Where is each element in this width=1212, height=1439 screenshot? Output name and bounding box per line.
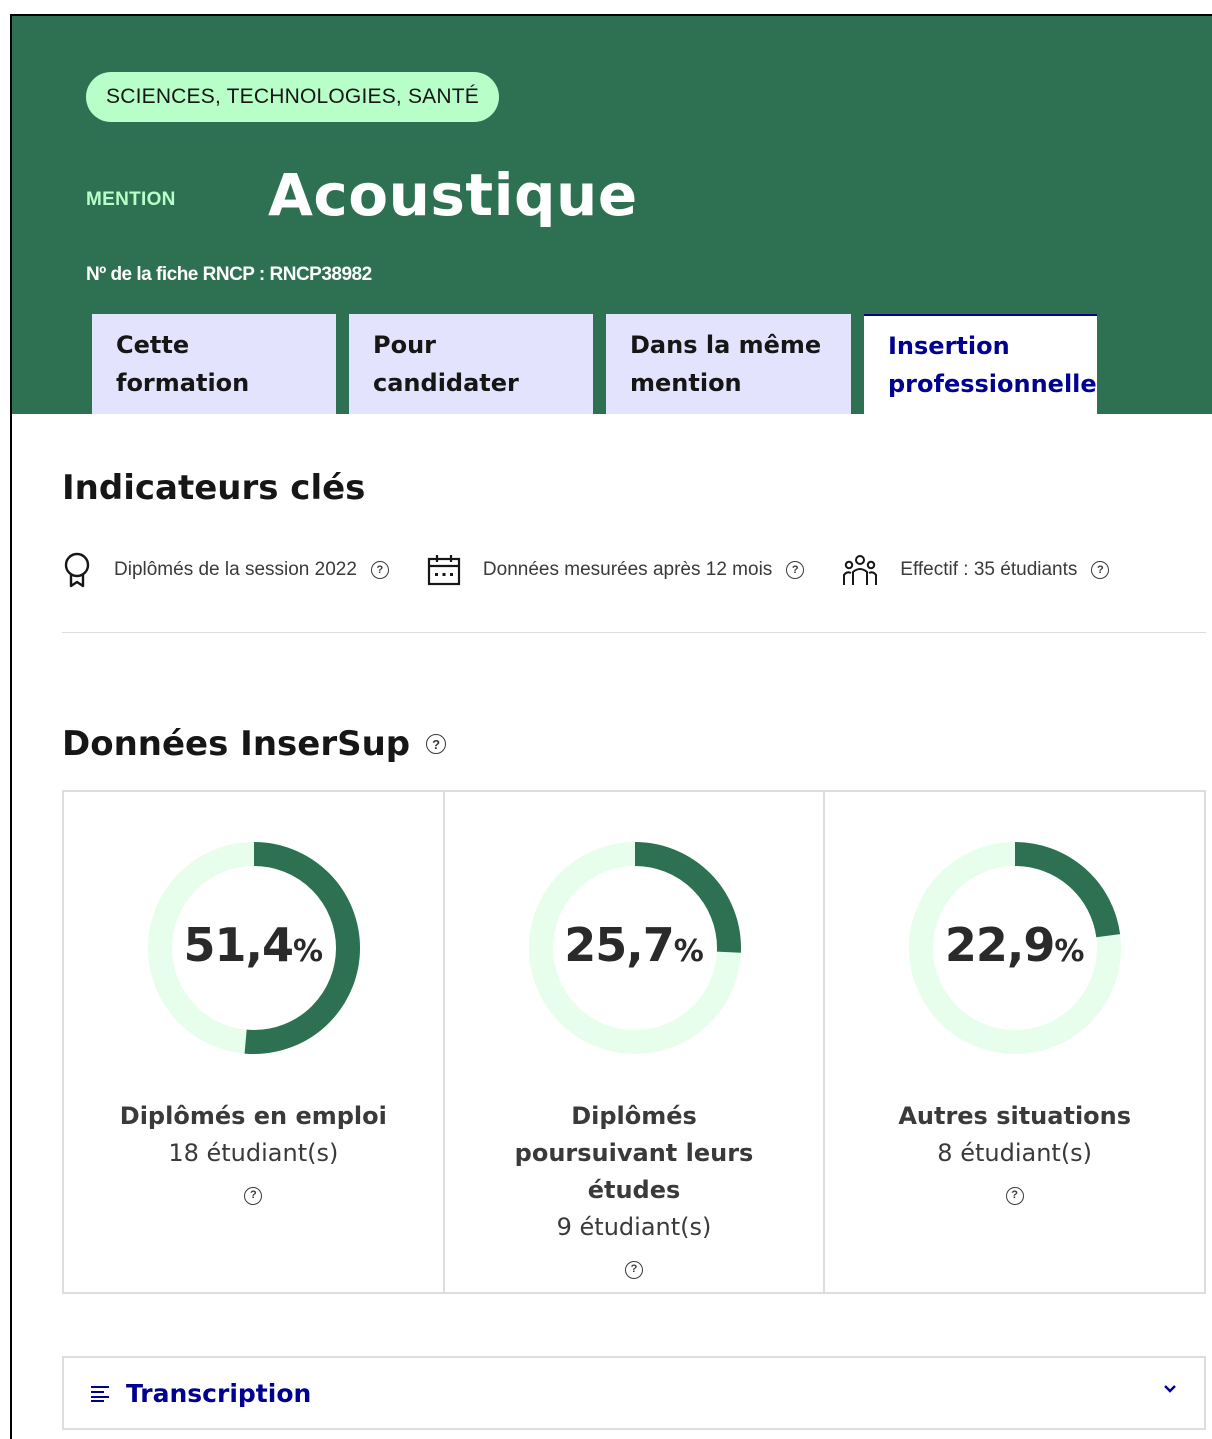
indicator-delay: Données mesurées après 12 mois ? (427, 554, 805, 586)
indicator-delay-text: Données mesurées après 12 mois (482, 559, 773, 580)
domain-tag: SCIENCES, TECHNOLOGIES, SANTÉ (86, 72, 499, 122)
stat-count: 9 étudiant(s) (556, 1213, 712, 1241)
stat-percent: 22,9% (944, 918, 1085, 972)
indicator-headcount: Effectif : 35 étudiants ? (842, 553, 1110, 587)
page-title: Acoustique (268, 161, 638, 229)
stat-label: Diplômés en emploi (119, 1102, 387, 1130)
page-frame: SCIENCES, TECHNOLOGIES, SANTÉ MENTION Ac… (10, 14, 1212, 1439)
insersup-title: Données InserSup (62, 724, 411, 764)
stat-card-studies: 25,7% Diplômés poursuivant leurs études … (445, 792, 826, 1292)
help-icon[interactable]: ? (244, 1186, 263, 1205)
group-icon (843, 555, 878, 585)
transcription-label: Transcription (126, 1378, 312, 1408)
stat-card-employed: 51,4% Diplômés en emploi 18 étudiant(s) … (64, 792, 445, 1292)
formation-header: SCIENCES, TECHNOLOGIES, SANTÉ MENTION Ac… (12, 16, 1212, 414)
tab-pour-candidater[interactable]: Pour candidater (349, 314, 593, 414)
indicator-session: Diplômés de la session 2022 ? (62, 552, 389, 588)
mention-label: MENTION (86, 189, 176, 210)
stat-label: Diplômés poursuivant leurs études (514, 1102, 754, 1204)
tab-insertion-professionnelle[interactable]: Insertion professionnelle (864, 314, 1097, 414)
help-icon[interactable]: ? (1005, 1186, 1024, 1205)
indicator-session-text: Diplômés de la session 2022 (114, 559, 357, 580)
tab-meme-mention[interactable]: Dans la même mention (606, 314, 851, 414)
indicators-heading: Indicateurs clés (62, 468, 366, 508)
help-icon[interactable]: ? (625, 1260, 643, 1279)
tab-bar: Cette formation Pour candidater Dans la … (92, 314, 1110, 414)
stat-percent: 51,4% (183, 918, 324, 972)
help-icon[interactable]: ? (370, 561, 389, 579)
stat-count: 18 étudiant(s) (168, 1139, 339, 1167)
insersup-heading: Données InserSup ? (62, 724, 447, 764)
stat-count: 8 étudiant(s) (937, 1139, 1093, 1167)
help-icon[interactable]: ? (1091, 561, 1110, 579)
help-icon[interactable]: ? (786, 561, 805, 579)
stat-label: Autres situations (898, 1102, 1132, 1130)
stat-percent: 25,7% (564, 918, 704, 972)
chevron-down-icon (1164, 1385, 1176, 1393)
help-icon[interactable]: ? (426, 734, 447, 754)
award-icon (64, 552, 90, 588)
calendar-icon (427, 555, 461, 586)
rncp-number: Nº de la fiche RNCP : RNCP38982 (86, 264, 372, 285)
tab-cette-formation[interactable]: Cette formation (92, 314, 336, 414)
indicators-list: Diplômés de la session 2022 ? Données me… (62, 552, 1110, 588)
indicator-headcount-text: Effectif : 35 étudiants (900, 559, 1078, 580)
insersup-cards: 51,4% Diplômés en emploi 18 étudiant(s) … (62, 790, 1206, 1294)
stat-card-other: 22,9% Autres situations 8 étudiant(s) ? (825, 792, 1204, 1292)
transcription-accordion[interactable]: Transcription (62, 1356, 1206, 1430)
list-icon (91, 1386, 109, 1402)
section-divider (62, 632, 1206, 633)
